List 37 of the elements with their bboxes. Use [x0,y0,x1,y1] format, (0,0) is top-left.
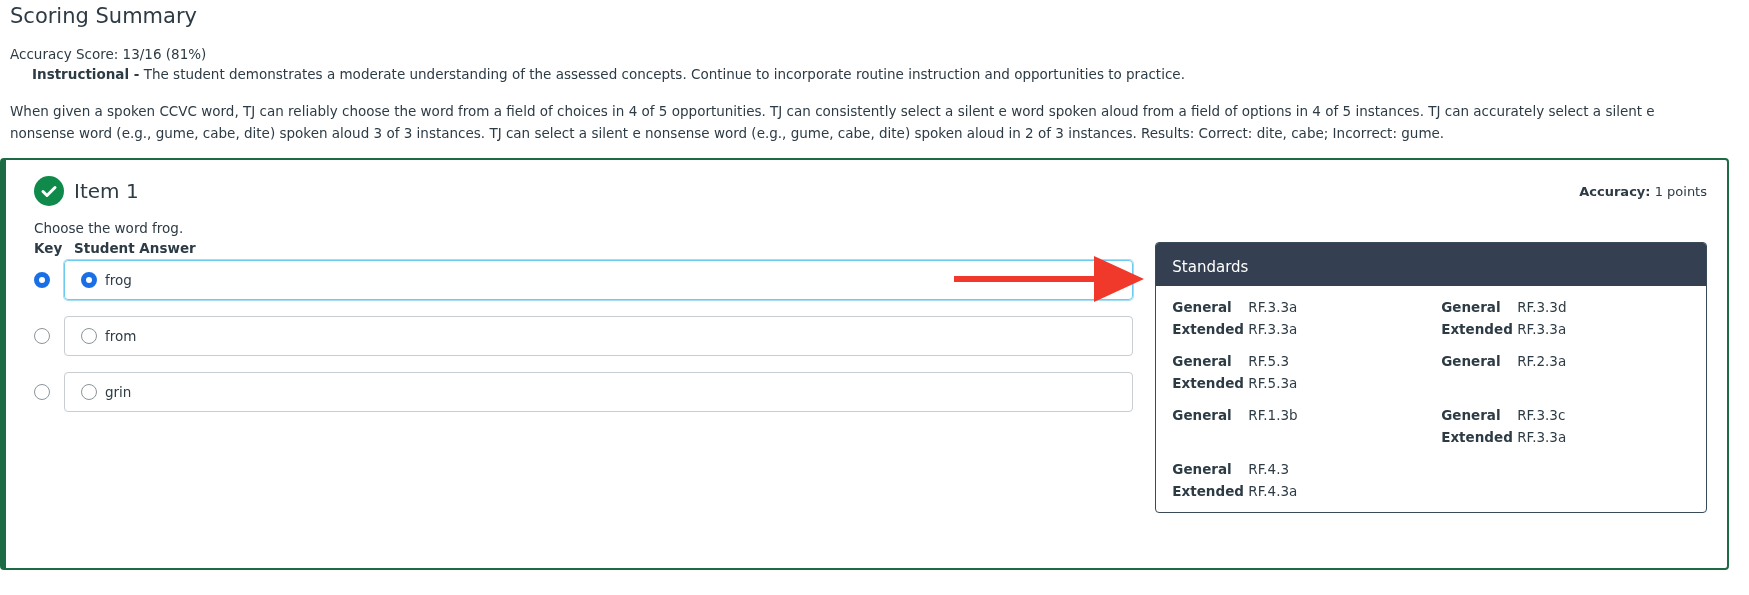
standard-label: General [1441,352,1502,371]
standard-label: General [1172,298,1233,317]
answer-option[interactable]: from [64,316,1134,356]
standard-label: Extended [1172,374,1245,393]
level-note: Instructional - The student demonstrates a moderate understanding of the assessed concepts. Continue to incorporate routine instruction and opportunities to practice. [31,66,1186,82]
standard-label: General [1441,298,1502,317]
standard-label: General [1172,460,1233,479]
standard-code: RF.3.3d [1517,298,1567,317]
standard-code: RF.2.3a [1517,352,1567,371]
question-prompt: Choose the word frog. [34,220,185,236]
accuracy-score: Accuracy Score: 13/16 (81%) [10,46,208,62]
standard-code: RF.3.3a [1517,428,1567,447]
column-header: Student Answer [74,240,196,256]
standard-label: General [1441,406,1502,425]
standard-code: RF.5.3 [1248,352,1290,371]
page-title: Scoring Summary [10,4,198,28]
standard-label: Extended [1441,428,1514,447]
standard-code: RF.3.3a [1517,320,1567,339]
summary-text: When given a spoken CCVC word, TJ can reliably choose the word from a field of choices in 4 of 5 opportunities. TJ can consistently select a silent e word spoken aloud from a field of options in 4 of 5 instances. TJ can accurately select a silent e nonsense word (e.g., gume, cabe, dite) spoken aloud 3 of 3 instances. TJ can select a silent e nonsense word (e.g., gume, cabe, dite) spoken aloud in 2 of 3 instances. Results: Correct: dite, cabe; Incorrect: gume. [10,102,1656,143]
standard-label: Extended [1172,320,1245,339]
panel-header: Standards [1156,243,1706,286]
standard-code: RF.5.3a [1248,374,1298,393]
column-header: Key [34,240,64,256]
item-title: Item 1 [74,179,139,203]
standard-code: RF.4.3 [1248,460,1290,479]
standard-code: RF.3.3a [1248,298,1298,317]
standard-code: RF.1.3b [1248,406,1298,425]
standard-label: General [1172,352,1233,371]
answer-option[interactable]: grin [64,372,1134,412]
standard-code: RF.3.3a [1248,320,1298,339]
item-accuracy: Accuracy: 1 points [1579,183,1707,199]
standard-label: General [1172,406,1233,425]
standard-code: RF.3.3c [1517,406,1566,425]
standard-label: Extended [1172,482,1245,501]
standard-code: RF.4.3a [1248,482,1298,501]
standard-label: Extended [1441,320,1514,339]
answer-option[interactable]: frog [64,260,1134,300]
